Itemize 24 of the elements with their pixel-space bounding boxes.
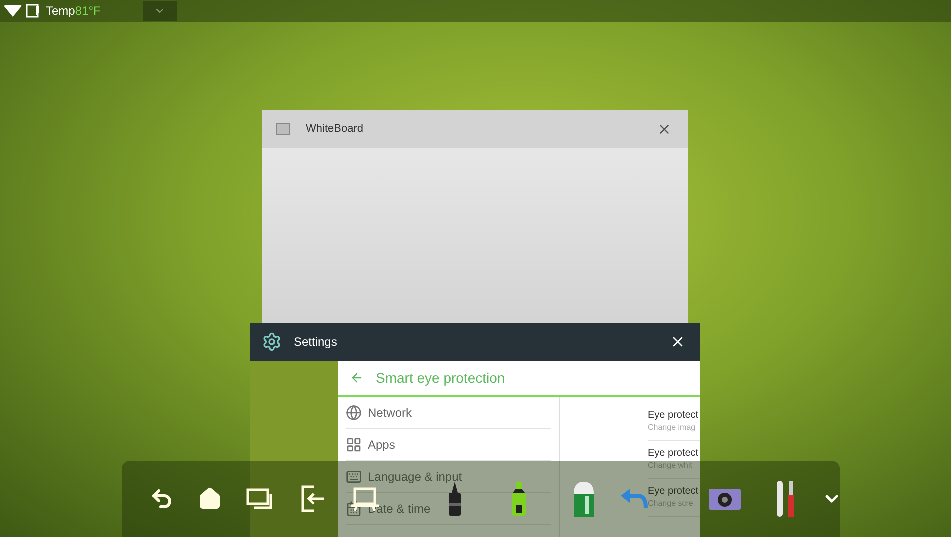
menu-item[interactable]: Network <box>346 397 551 429</box>
grid-icon <box>346 436 362 452</box>
camera-button[interactable] <box>708 487 742 511</box>
input-source-button[interactable] <box>300 485 326 513</box>
window-title: WhiteBoard <box>306 122 364 137</box>
whiteboard-app-icon <box>276 123 290 135</box>
menu-item[interactable]: Apps <box>346 429 551 461</box>
wifi-icon <box>4 5 22 17</box>
globe-icon <box>346 404 362 420</box>
calendar-icon <box>346 500 362 516</box>
option-subtitle: Change imag <box>648 422 697 434</box>
home-button[interactable] <box>198 487 222 511</box>
option-item[interactable]: Eye protect Change imag <box>648 403 700 441</box>
eraser-button[interactable] <box>572 480 596 518</box>
temperature-label: Temp81°F <box>46 3 101 20</box>
option-title: Eye protect <box>648 448 700 460</box>
option-title: Eye protect <box>648 486 700 498</box>
option-title: Eye protect <box>648 410 700 422</box>
back-button[interactable] <box>150 487 174 511</box>
whiteboard-window[interactable]: WhiteBoard <box>262 110 688 323</box>
window-title: Settings <box>294 334 338 351</box>
settings-icon <box>262 332 282 352</box>
page-title: Smart eye protection <box>376 368 506 388</box>
keyboard-icon <box>346 468 362 484</box>
